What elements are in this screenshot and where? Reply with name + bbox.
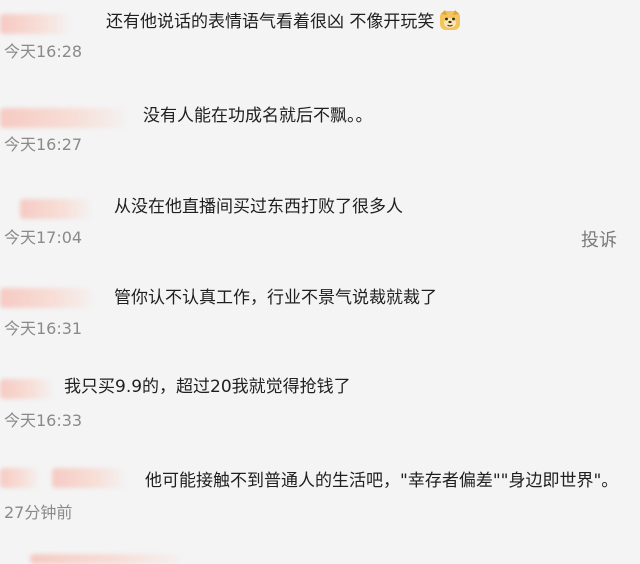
comment-item: 从没在他直播间买过东西打败了很多人 今天17:04: [0, 193, 640, 273]
comment-item: 管你认不认真工作，行业不景气说裁就裁了 今天16:31: [0, 284, 640, 364]
blurred-username[interactable]: [0, 379, 52, 399]
blurred-username-part: [52, 468, 124, 488]
comment-text: 我只买9.9的，超过20我就觉得抢钱了: [64, 377, 351, 397]
blurred-username[interactable]: [0, 288, 92, 308]
dog-face-emoji-icon: [438, 8, 462, 32]
comment-text-row: 还有他说话的表情语气看着很凶 不像开玩笑: [106, 8, 462, 33]
next-comment-partial: [0, 552, 640, 564]
report-button[interactable]: 投诉: [581, 230, 617, 252]
comment-time: 今天17:04: [4, 228, 83, 247]
comment-text: 没有人能在功成名就后不飘。。: [143, 106, 373, 126]
comment-item: 我只买9.9的，超过20我就觉得抢钱了 今天16:33: [0, 373, 640, 453]
comment-text: 从没在他直播间买过东西打败了很多人: [114, 197, 403, 217]
comment-list: 还有他说话的表情语气看着很凶 不像开玩笑 今天16:28 没有人能在功成名就后不…: [0, 0, 640, 564]
comment-text: 他可能接触不到普通人的生活吧，"幸存者偏差""身边即世界"。: [145, 471, 619, 491]
comment-item: 没有人能在功成名就后不飘。。 今天16:27: [0, 100, 640, 180]
comment-time: 27分钟前: [4, 503, 73, 522]
comment-time: 今天16:31: [4, 319, 83, 338]
blurred-username[interactable]: [0, 108, 125, 128]
blurred-username[interactable]: [0, 468, 38, 488]
blurred-username: [30, 554, 180, 564]
comment-text: 还有他说话的表情语气看着很凶 不像开玩笑: [106, 12, 435, 32]
comment-text: 管你认不认真工作，行业不景气说裁就裁了: [114, 288, 437, 308]
comment-time: 今天16:33: [4, 411, 83, 430]
comment-time: 今天16:28: [4, 42, 83, 61]
comment-item: 他可能接触不到普通人的生活吧，"幸存者偏差""身边即世界"。 27分钟前: [0, 462, 640, 542]
blurred-username[interactable]: [20, 199, 90, 219]
comment-item: 还有他说话的表情语气看着很凶 不像开玩笑 今天16:28: [0, 0, 640, 80]
blurred-username[interactable]: [0, 14, 68, 34]
comment-time: 今天16:27: [4, 135, 83, 154]
